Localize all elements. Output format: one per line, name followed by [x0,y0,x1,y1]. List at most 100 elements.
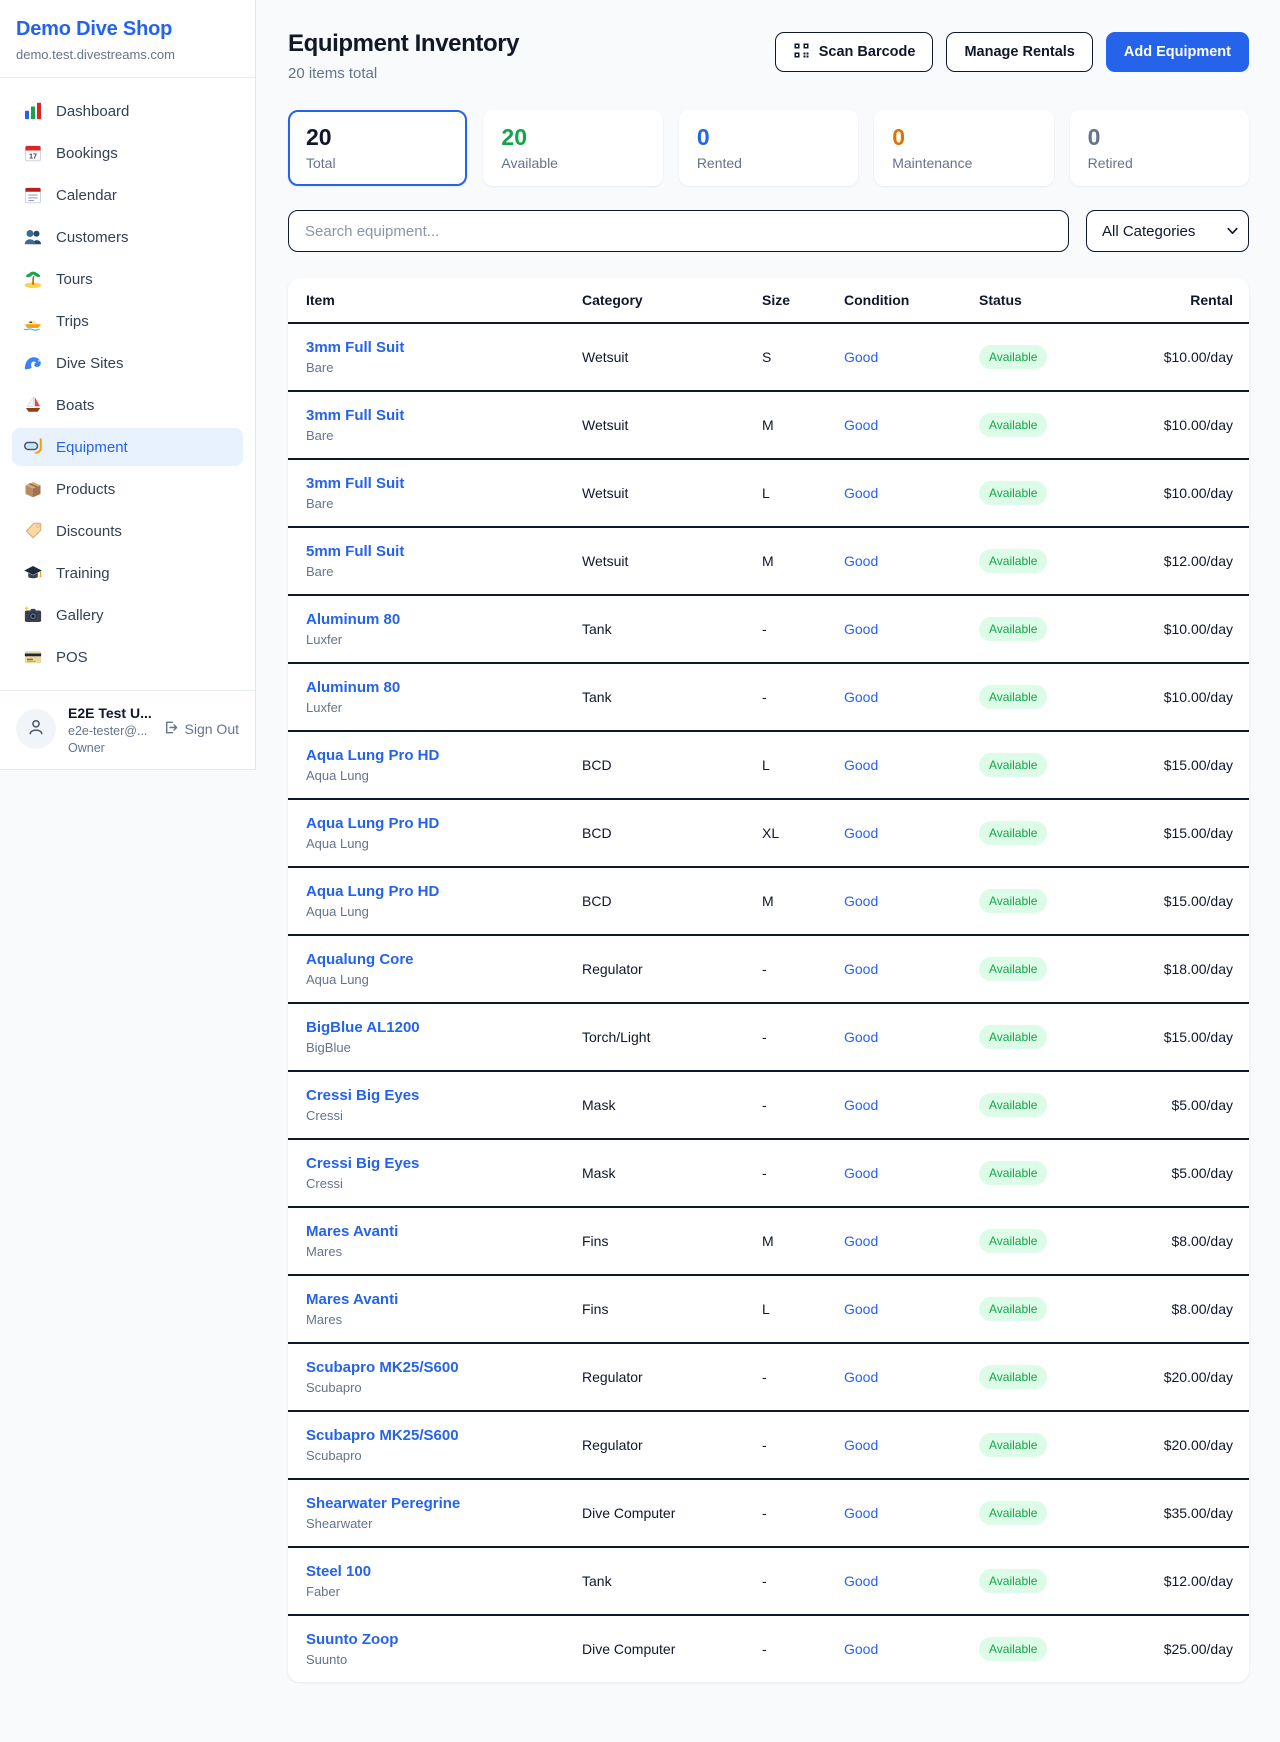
size-cell: - [762,1573,844,1589]
brand-domain: demo.test.divestreams.com [16,47,239,62]
item-cell: Aqua Lung Pro HD Aqua Lung [306,883,582,919]
column-header-item: Item [306,292,582,308]
item-link[interactable]: Shearwater Peregrine [306,1495,582,1512]
stat-value: 0 [1088,124,1231,151]
condition-cell: Good [844,417,979,433]
sidebar-item-equipment[interactable]: Equipment [12,428,243,466]
item-cell: 3mm Full Suit Bare [306,407,582,443]
tag-icon [23,521,43,541]
stat-card-retired[interactable]: 0 Retired [1070,110,1249,186]
item-link[interactable]: Cressi Big Eyes [306,1155,582,1172]
category-cell: Mask [582,1097,762,1113]
size-cell: L [762,485,844,501]
item-link[interactable]: Aqua Lung Pro HD [306,815,582,832]
item-link[interactable]: Scubapro MK25/S600 [306,1427,582,1444]
status-cell: Available [979,549,1132,573]
sign-out-button[interactable]: Sign Out [162,719,239,739]
size-cell: - [762,621,844,637]
stat-card-total[interactable]: 20 Total [288,110,467,186]
stat-card-available[interactable]: 20 Available [483,110,662,186]
stat-label: Maintenance [892,155,1035,171]
status-cell: Available [979,1297,1132,1321]
wave-icon [23,353,43,373]
item-link[interactable]: Suunto Zoop [306,1631,582,1648]
item-cell: Suunto Zoop Suunto [306,1631,582,1667]
user-icon [26,717,46,742]
item-link[interactable]: 3mm Full Suit [306,475,582,492]
sidebar-item-customers[interactable]: Customers [12,218,243,256]
item-cell: Aqua Lung Pro HD Aqua Lung [306,815,582,851]
sidebar-item-tours[interactable]: Tours [12,260,243,298]
item-brand: Luxfer [306,700,582,715]
sidebar-item-pos[interactable]: POS [12,638,243,676]
item-link[interactable]: BigBlue AL1200 [306,1019,582,1036]
item-link[interactable]: Scubapro MK25/S600 [306,1359,582,1376]
add-equipment-button[interactable]: Add Equipment [1106,32,1249,72]
sidebar: Demo Dive Shop demo.test.divestreams.com… [0,0,256,770]
table-row: 3mm Full Suit Bare Wetsuit M Good Availa… [288,392,1249,460]
item-brand: Mares [306,1312,582,1327]
rental-cell: $20.00/day [1132,1369,1233,1385]
item-link[interactable]: 3mm Full Suit [306,339,582,356]
item-cell: Cressi Big Eyes Cressi [306,1155,582,1191]
page-header: Equipment Inventory 20 items total Sca [288,30,1249,82]
sidebar-item-bookings[interactable]: Bookings [12,134,243,172]
item-link[interactable]: Steel 100 [306,1563,582,1580]
sidebar-item-discounts[interactable]: Discounts [12,512,243,550]
column-header-rental: Rental [1132,292,1233,308]
category-cell: BCD [582,757,762,773]
status-badge: Available [979,1161,1047,1185]
table-row: Steel 100 Faber Tank - Good Available $1… [288,1548,1249,1616]
rental-cell: $8.00/day [1132,1233,1233,1249]
item-brand: Shearwater [306,1516,582,1531]
customers-icon [23,227,43,247]
status-cell: Available [979,957,1132,981]
manage-rentals-button[interactable]: Manage Rentals [946,32,1092,72]
item-link[interactable]: Mares Avanti [306,1223,582,1240]
table-row: Aqua Lung Pro HD Aqua Lung BCD M Good Av… [288,868,1249,936]
sidebar-item-dive-sites[interactable]: Dive Sites [12,344,243,382]
sidebar-item-boats[interactable]: Boats [12,386,243,424]
item-link[interactable]: Cressi Big Eyes [306,1087,582,1104]
stat-label: Rented [697,155,840,171]
item-link[interactable]: Aqua Lung Pro HD [306,883,582,900]
item-link[interactable]: 5mm Full Suit [306,543,582,560]
condition-cell: Good [844,553,979,569]
size-cell: L [762,1301,844,1317]
stat-value: 20 [501,124,644,151]
table-body: 3mm Full Suit Bare Wetsuit S Good Availa… [288,324,1249,1682]
sidebar-item-trips[interactable]: Trips [12,302,243,340]
item-brand: Luxfer [306,632,582,647]
condition-cell: Good [844,1573,979,1589]
sidebar-item-dashboard[interactable]: Dashboard [12,92,243,130]
item-link[interactable]: 3mm Full Suit [306,407,582,424]
category-select[interactable]: All Categories [1086,210,1249,252]
condition-cell: Good [844,825,979,841]
status-cell: Available [979,1569,1132,1593]
condition-cell: Good [844,757,979,773]
item-cell: Shearwater Peregrine Shearwater [306,1495,582,1531]
sidebar-item-gallery[interactable]: Gallery [12,596,243,634]
category-cell: Dive Computer [582,1641,762,1657]
condition-cell: Good [844,1301,979,1317]
size-cell: - [762,1437,844,1453]
sidebar-item-products[interactable]: Products [12,470,243,508]
item-brand: Suunto [306,1652,582,1667]
table-row: Aluminum 80 Luxfer Tank - Good Available… [288,664,1249,732]
item-cell: Scubapro MK25/S600 Scubapro [306,1359,582,1395]
status-badge: Available [979,1433,1047,1457]
sidebar-item-training[interactable]: Training [12,554,243,592]
item-link[interactable]: Aqualung Core [306,951,582,968]
bookings-calendar-icon [23,143,43,163]
item-link[interactable]: Aluminum 80 [306,679,582,696]
item-link[interactable]: Mares Avanti [306,1291,582,1308]
scan-barcode-button[interactable]: Scan Barcode [775,32,934,72]
item-brand: Aqua Lung [306,972,582,987]
item-link[interactable]: Aqua Lung Pro HD [306,747,582,764]
stat-card-maintenance[interactable]: 0 Maintenance [874,110,1053,186]
header-actions: Scan Barcode Manage Rentals Add Equipmen… [775,32,1249,72]
search-input[interactable] [288,210,1069,252]
item-link[interactable]: Aluminum 80 [306,611,582,628]
stat-card-rented[interactable]: 0 Rented [679,110,858,186]
sidebar-item-calendar[interactable]: Calendar [12,176,243,214]
